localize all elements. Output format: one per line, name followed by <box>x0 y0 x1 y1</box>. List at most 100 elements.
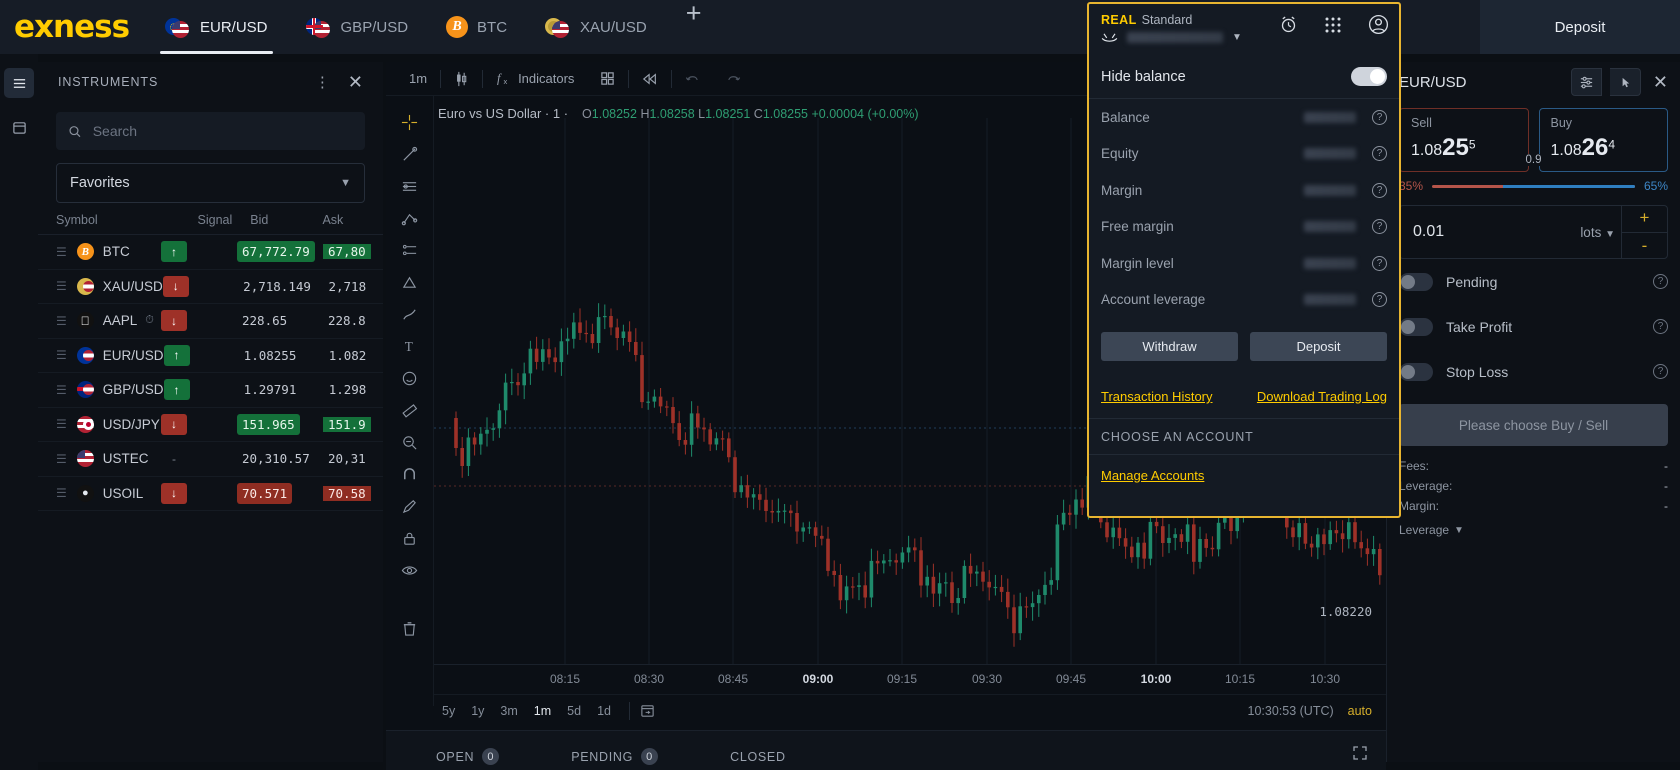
help-icon[interactable]: ? <box>1653 364 1668 379</box>
help-icon[interactable]: ? <box>1372 292 1387 308</box>
close-icon[interactable]: ✕ <box>348 73 363 91</box>
help-icon[interactable]: ? <box>1653 319 1668 334</box>
expand-icon[interactable] <box>1352 745 1368 761</box>
instruments-menu-icon[interactable]: ⋮ <box>315 75 330 90</box>
lock-tool[interactable] <box>395 522 425 554</box>
drag-handle-icon[interactable]: ☰ <box>56 453 67 465</box>
table-row[interactable]: ☰  AAPL ⏱ ↓ 228.65 228.8 <box>38 304 383 339</box>
shapes-tool[interactable] <box>395 266 425 298</box>
toggle[interactable] <box>1399 272 1433 291</box>
range-1m[interactable]: 1m <box>526 704 559 718</box>
download-trading-log-link[interactable]: Download Trading Log <box>1257 389 1387 404</box>
table-row[interactable]: ☰ ● USOIL ↓ 70.571 70.58 <box>38 477 383 511</box>
volume-field[interactable]: 0.01 lots ▼ + - <box>1399 205 1668 259</box>
brand-logo[interactable]: exness <box>0 9 146 45</box>
emoji-tool[interactable] <box>395 362 425 394</box>
trade-settings-icon[interactable] <box>1570 68 1602 96</box>
drag-handle-icon[interactable]: ☰ <box>56 418 67 430</box>
help-icon[interactable]: ? <box>1653 274 1668 289</box>
place-order-button[interactable]: Please choose Buy / Sell <box>1399 404 1668 446</box>
zoom-tool[interactable] <box>395 426 425 458</box>
timeframe-button[interactable]: 1m <box>396 62 440 96</box>
favorites-dropdown[interactable]: Favorites ▼ <box>56 163 365 203</box>
drag-handle-icon[interactable]: ☰ <box>56 246 67 258</box>
tab-eurusd[interactable]: EUR/USD <box>146 0 287 54</box>
help-icon[interactable]: ? <box>1372 109 1387 125</box>
delete-tool[interactable] <box>395 612 425 644</box>
table-row[interactable]: ☰ XAU/USD ↓ 2,718.149 2,718 <box>38 270 383 304</box>
orders-tab-pending[interactable]: PENDING 0 <box>571 748 659 765</box>
crosshair-tool[interactable] <box>395 106 425 138</box>
pitchfork-tool[interactable] <box>395 202 425 234</box>
indicators-button[interactable]: fx Indicators <box>483 62 587 96</box>
orders-tab-closed[interactable]: CLOSED <box>730 750 786 764</box>
search-input[interactable] <box>92 123 353 139</box>
help-icon[interactable]: ? <box>1372 255 1387 271</box>
help-icon[interactable]: ? <box>1372 182 1387 198</box>
horizontal-lines-tool[interactable] <box>395 170 425 202</box>
range-3m[interactable]: 3m <box>492 704 525 718</box>
rail-instruments-button[interactable] <box>4 68 34 98</box>
one-click-trade-icon[interactable] <box>1609 68 1641 96</box>
user-account-icon[interactable] <box>1368 14 1389 35</box>
help-icon[interactable]: ? <box>1372 146 1387 162</box>
tab-btc[interactable]: B BTC <box>427 0 526 54</box>
table-row[interactable]: ☰ USTEC - 20,310.57 20,31 <box>38 442 383 477</box>
transaction-history-link[interactable]: Transaction History <box>1101 389 1213 404</box>
volume-unit-dropdown[interactable]: lots ▼ <box>1580 225 1621 240</box>
rewind-button[interactable] <box>629 62 671 96</box>
account-deposit-button[interactable]: Deposit <box>1250 332 1387 361</box>
measure-tool[interactable] <box>395 394 425 426</box>
close-trade-panel-icon[interactable]: ✕ <box>1653 73 1668 91</box>
apps-grid-icon[interactable] <box>1324 16 1342 34</box>
drag-handle-icon[interactable]: ☰ <box>56 315 67 327</box>
drag-handle-icon[interactable]: ☰ <box>56 384 67 396</box>
table-row[interactable]: ☰ GBP/USD ↑ 1.29791 1.298 <box>38 373 383 408</box>
magnet-tool[interactable] <box>395 458 425 490</box>
text-tool[interactable]: T <box>395 330 425 362</box>
volume-decrease-button[interactable]: - <box>1622 233 1667 260</box>
chevron-down-icon[interactable]: ▼ <box>1232 32 1242 43</box>
hide-balance-toggle[interactable] <box>1351 67 1387 86</box>
chart-type-button[interactable] <box>441 62 482 96</box>
sell-button[interactable]: Sell 1.08255 <box>1399 108 1529 172</box>
rail-calendar-button[interactable] <box>4 112 34 142</box>
fibonacci-tool[interactable] <box>395 234 425 266</box>
buy-button[interactable]: Buy 1.08264 <box>1538 108 1668 172</box>
layout-button[interactable] <box>587 62 628 96</box>
redo-button[interactable] <box>713 62 754 96</box>
drag-handle-icon[interactable]: ☰ <box>56 349 67 361</box>
volume-increase-button[interactable]: + <box>1622 205 1667 233</box>
table-row[interactable]: ☰ USD/JPY ↓ 151.965 151.9 <box>38 408 383 442</box>
orders-tab-open[interactable]: OPEN 0 <box>436 748 500 765</box>
tab-gbpusd[interactable]: GBP/USD <box>287 0 428 54</box>
manage-accounts-link[interactable]: Manage Accounts <box>1101 468 1204 483</box>
tab-xauusd[interactable]: XAU/USD <box>526 0 666 54</box>
range-1y[interactable]: 1y <box>463 704 492 718</box>
deposit-button[interactable]: Deposit <box>1480 0 1680 54</box>
leverage-dropdown[interactable]: Leverage ▼ <box>1399 518 1668 537</box>
drag-handle-icon[interactable]: ☰ <box>56 280 67 292</box>
volume-value[interactable]: 0.01 <box>1400 223 1444 241</box>
range-5d[interactable]: 5d <box>559 704 589 718</box>
drawing-mode-tool[interactable] <box>395 490 425 522</box>
visibility-tool[interactable] <box>395 554 425 586</box>
search-field[interactable] <box>56 112 365 150</box>
toggle[interactable] <box>1399 362 1433 381</box>
drag-handle-icon[interactable]: ☰ <box>56 487 67 499</box>
auto-scale-button[interactable]: auto <box>1348 704 1386 718</box>
help-icon[interactable]: ? <box>1372 219 1387 235</box>
add-tab-button[interactable]: + <box>666 0 722 54</box>
withdraw-button[interactable]: Withdraw <box>1101 332 1238 361</box>
alarm-icon[interactable] <box>1279 15 1298 34</box>
table-row[interactable]: ☰ EUR/USD ↑ 1.08255 1.082 <box>38 339 383 373</box>
trendline-tool[interactable] <box>395 138 425 170</box>
tab-label: BTC <box>477 18 508 36</box>
table-row[interactable]: ☰ B BTC ↑ 67,772.79 67,80 <box>38 235 383 270</box>
undo-button[interactable] <box>672 62 713 96</box>
range-1d[interactable]: 1d <box>589 704 619 718</box>
date-range-icon[interactable] <box>640 703 655 718</box>
range-5y[interactable]: 5y <box>434 704 463 718</box>
toggle[interactable] <box>1399 317 1433 336</box>
brush-tool[interactable] <box>395 298 425 330</box>
